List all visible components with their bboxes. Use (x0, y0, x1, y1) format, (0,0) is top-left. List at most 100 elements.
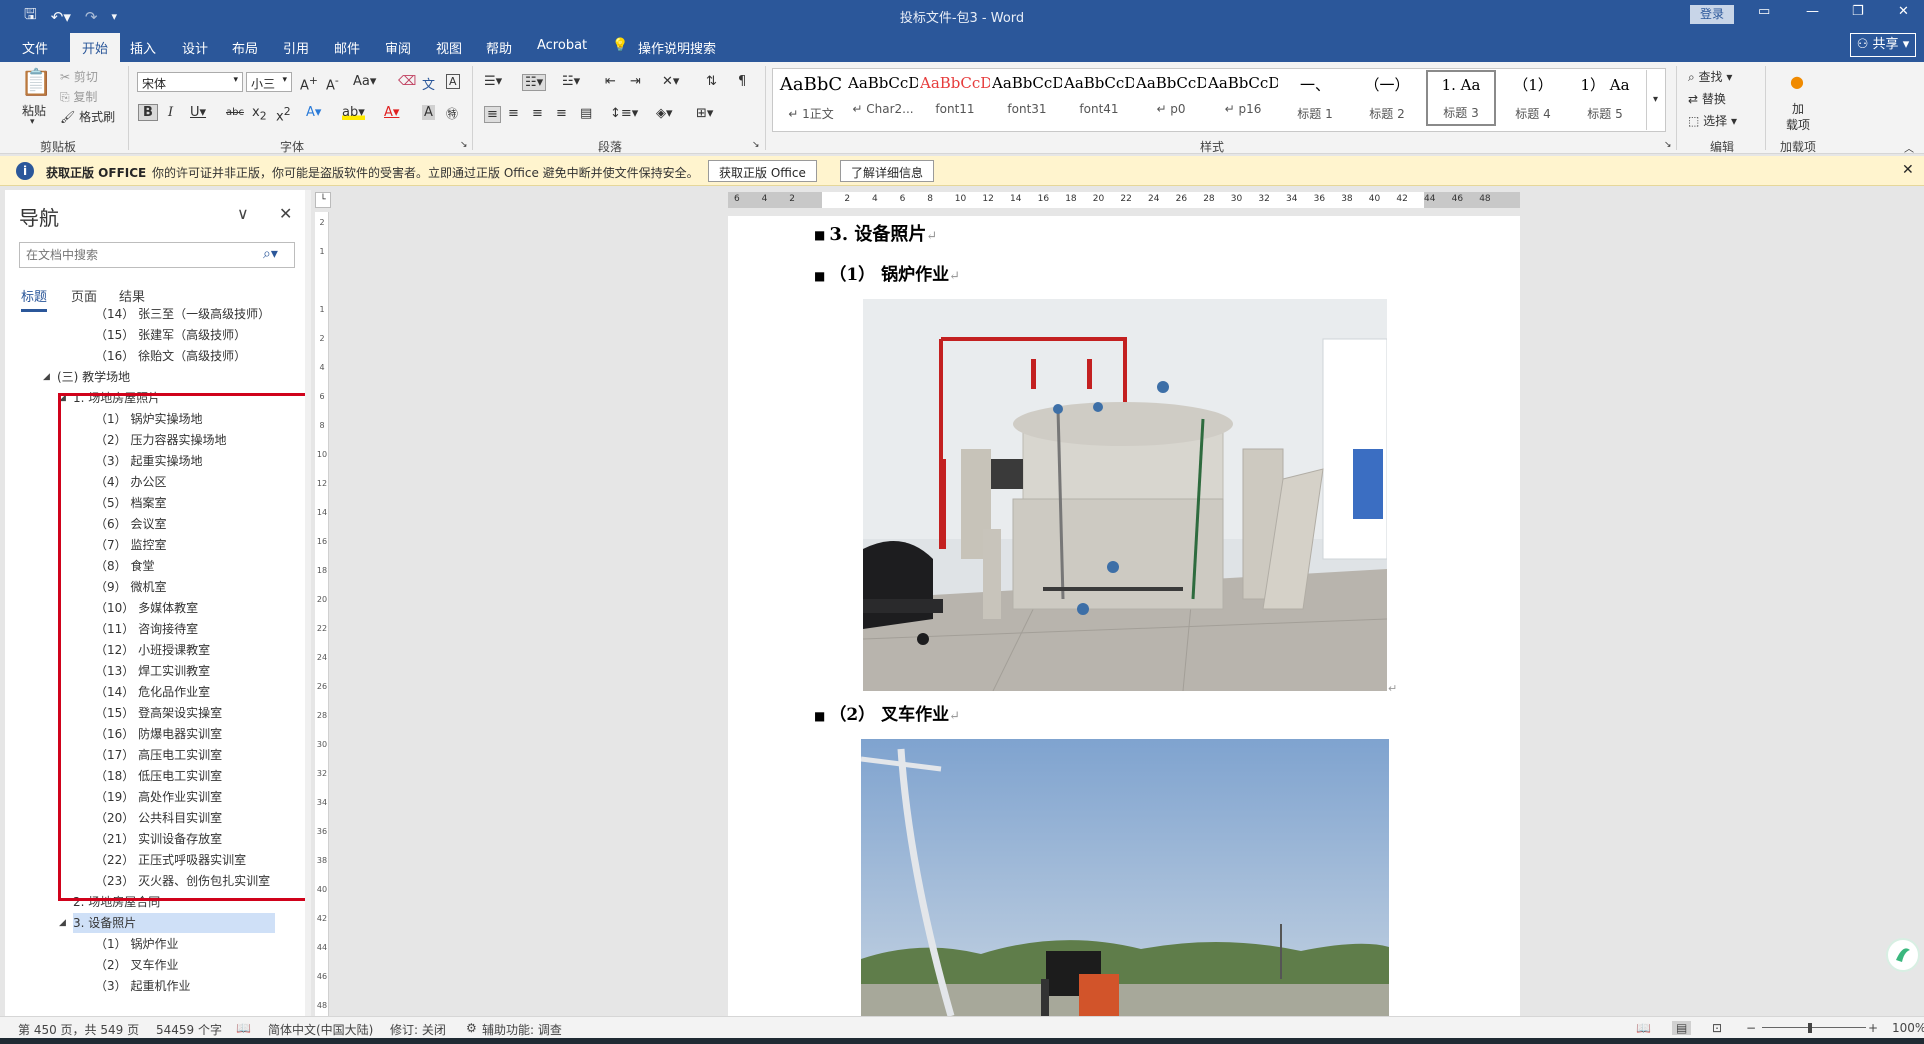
heading-boiler-operation[interactable]: ■ （1） 锅炉作业↵ (814, 260, 960, 285)
web-layout-icon[interactable]: ⊡ (1712, 1021, 1722, 1035)
enclose-characters-icon[interactable]: ㊕ (446, 105, 458, 122)
clear-formatting-icon[interactable]: ⌫ (398, 74, 416, 89)
expand-toggle-icon[interactable]: ◢ (43, 367, 50, 387)
align-right-icon[interactable]: ≡ (532, 106, 543, 121)
page-count[interactable]: 第 450 页，共 549 页 (18, 1021, 139, 1038)
character-shading-icon[interactable]: A (422, 105, 435, 120)
restore-icon[interactable]: ❐ (1852, 4, 1864, 19)
sort-icon[interactable]: ⇅ (706, 74, 717, 89)
close-icon[interactable]: ✕ (1898, 4, 1909, 19)
style-item[interactable]: 1. Aa 标题 3 (1426, 70, 1496, 126)
style-item[interactable]: 1） Aa 标题 5 (1570, 70, 1640, 126)
close-icon[interactable]: ✕ (1902, 162, 1914, 178)
share-button[interactable]: ⚇ 共享 ▾ (1850, 33, 1916, 57)
zoom-slider[interactable] (1762, 1027, 1866, 1028)
change-case-button[interactable]: Aa▾ (353, 74, 376, 89)
styles-dialog-launcher-icon[interactable]: ↘ (1664, 140, 1672, 150)
line-spacing-icon[interactable]: ↕≡▾ (610, 106, 638, 121)
replace-button[interactable]: ⇄ 替换 (1688, 90, 1726, 107)
nav-heading-item[interactable]: （1） 锅炉作业 (95, 934, 178, 954)
borders-icon[interactable]: ⊞▾ (696, 106, 713, 121)
addins-icon[interactable]: ● (1790, 72, 1804, 91)
document-page[interactable]: ■ 3. 设备照片↵ ■ （1） 锅炉作业↵ ↵ ■ （2） 叉车作业↵ (728, 216, 1520, 1016)
cut-button[interactable]: ✂ 剪切 (60, 68, 98, 85)
ribbon-display-icon[interactable]: ▭ (1758, 4, 1770, 19)
login-button[interactable]: 登录 (1690, 5, 1734, 24)
multilevel-list-icon[interactable]: ☳▾ (562, 74, 580, 89)
tab-insert[interactable]: 插入 (130, 38, 156, 57)
chevron-down-icon[interactable]: ▾ (30, 117, 35, 127)
nav-heading-item[interactable]: 3. 设备照片 (73, 913, 275, 933)
italic-icon[interactable]: I (168, 105, 173, 120)
zoom-slider-thumb[interactable] (1808, 1023, 1812, 1033)
tab-review[interactable]: 审阅 (385, 38, 411, 57)
numbering-icon[interactable]: ☷▾ (522, 74, 547, 91)
addins-button-line1[interactable]: 加 (1792, 100, 1804, 117)
heading-equipment-photos[interactable]: ■ 3. 设备照片↵ (814, 220, 937, 246)
style-item[interactable]: AaBbCcDc ↵ p0 (1136, 70, 1206, 126)
nav-heading-item[interactable]: （14） 张三至（一级高级技师） (95, 308, 270, 324)
paragraph-dialog-launcher-icon[interactable]: ↘ (752, 140, 760, 150)
zoom-out-icon[interactable]: − (1746, 1021, 1756, 1035)
tab-file[interactable]: 文件 (22, 38, 48, 57)
tab-home[interactable]: 开始 (70, 33, 121, 62)
document-scrollbar[interactable] (1906, 190, 1922, 1016)
nav-heading-item[interactable]: （15） 张建军（高级技师） (95, 325, 246, 345)
expand-toggle-icon[interactable]: ◢ (59, 913, 66, 933)
tell-me-search[interactable]: 操作说明搜索 (638, 38, 716, 57)
word-count[interactable]: 54459 个字 (156, 1021, 222, 1038)
learn-more-button[interactable]: 了解详细信息 (840, 160, 935, 182)
horizontal-ruler[interactable]: 6 4 2 2 4 6 8 10 12 14 16 18 20 22 24 26 28 30 32 34 36 38 40 4… (728, 192, 1520, 208)
nav-heading-item[interactable]: （2） 叉车作业 (95, 955, 178, 975)
forklift-equipment-photo[interactable] (861, 739, 1389, 1016)
decrease-indent-icon[interactable]: ⇤ (605, 74, 616, 89)
get-genuine-office-button[interactable]: 获取正版 Office (708, 160, 817, 182)
style-item[interactable]: AaBbCcDc font31 (992, 70, 1062, 126)
search-icon[interactable]: ⌕▾ (263, 246, 278, 262)
phonetic-guide-icon[interactable]: 文 (422, 74, 435, 93)
bold-icon[interactable]: B (138, 104, 158, 121)
tab-mailings[interactable]: 邮件 (334, 38, 360, 57)
close-icon[interactable]: ✕ (279, 204, 292, 223)
show-marks-icon[interactable]: ¶ (738, 74, 746, 89)
assistant-float-icon[interactable] (1886, 938, 1920, 972)
nav-heading-item[interactable]: （3） 起重机作业 (95, 976, 190, 996)
paste-icon[interactable]: 📋 (20, 68, 52, 98)
style-item[interactable]: AaBbCcDdI font41 (1064, 70, 1134, 126)
proofing-icon[interactable]: 📖 (236, 1021, 251, 1035)
distributed-icon[interactable]: ▤ (580, 106, 592, 121)
lightbulb-icon[interactable]: 💡 (612, 38, 628, 53)
align-center-icon[interactable]: ≡ (508, 106, 519, 121)
boiler-equipment-photo[interactable] (863, 299, 1387, 691)
text-effects-icon[interactable]: A▾ (306, 105, 321, 120)
font-name-combo[interactable]: 宋体 ▾ (137, 72, 243, 92)
search-input[interactable] (19, 242, 295, 268)
style-item[interactable]: AaBbC ↵ 1正文 (776, 70, 846, 126)
increase-indent-icon[interactable]: ⇥ (630, 74, 641, 89)
font-dialog-launcher-icon[interactable]: ↘ (460, 140, 468, 150)
style-item[interactable]: AaBbCcDdI ↵ Char2... (848, 70, 918, 126)
addins-button-line2[interactable]: 载项 (1786, 116, 1810, 133)
bullets-icon[interactable]: ☰▾ (484, 74, 502, 89)
heading-forklift-operation[interactable]: ■ （2） 叉车作业↵ (814, 700, 960, 725)
accessibility-status[interactable]: 辅助功能: 调查 (482, 1021, 562, 1038)
collapse-ribbon-icon[interactable]: ︿ (1904, 140, 1914, 155)
nav-heading-item[interactable]: （16） 徐贻文（高级技师） (95, 346, 246, 366)
character-border-icon[interactable]: A (446, 74, 460, 89)
justify-icon[interactable]: ≡ (556, 106, 567, 121)
highlight-color-icon[interactable]: ab▾ (342, 105, 365, 120)
tab-design[interactable]: 设计 (182, 38, 208, 57)
chevron-down-icon[interactable]: ∨ (237, 204, 249, 223)
navigation-scrollbar[interactable] (305, 190, 311, 1016)
shrink-font-icon[interactable]: A- (326, 74, 339, 93)
superscript-icon[interactable]: x2 (276, 105, 291, 124)
font-color-icon[interactable]: A▾ (384, 105, 399, 120)
chinese-layout-icon[interactable]: ✕▾ (662, 74, 679, 89)
format-painter-button[interactable]: 🖌 格式刷 (60, 108, 115, 125)
tab-references[interactable]: 引用 (283, 38, 309, 57)
strikethrough-icon[interactable]: abc (226, 107, 244, 118)
align-left-icon[interactable]: ≡ (484, 106, 501, 123)
tab-view[interactable]: 视图 (436, 38, 462, 57)
shading-icon[interactable]: ◈▾ (656, 106, 673, 121)
grow-font-icon[interactable]: A+ (300, 74, 318, 93)
